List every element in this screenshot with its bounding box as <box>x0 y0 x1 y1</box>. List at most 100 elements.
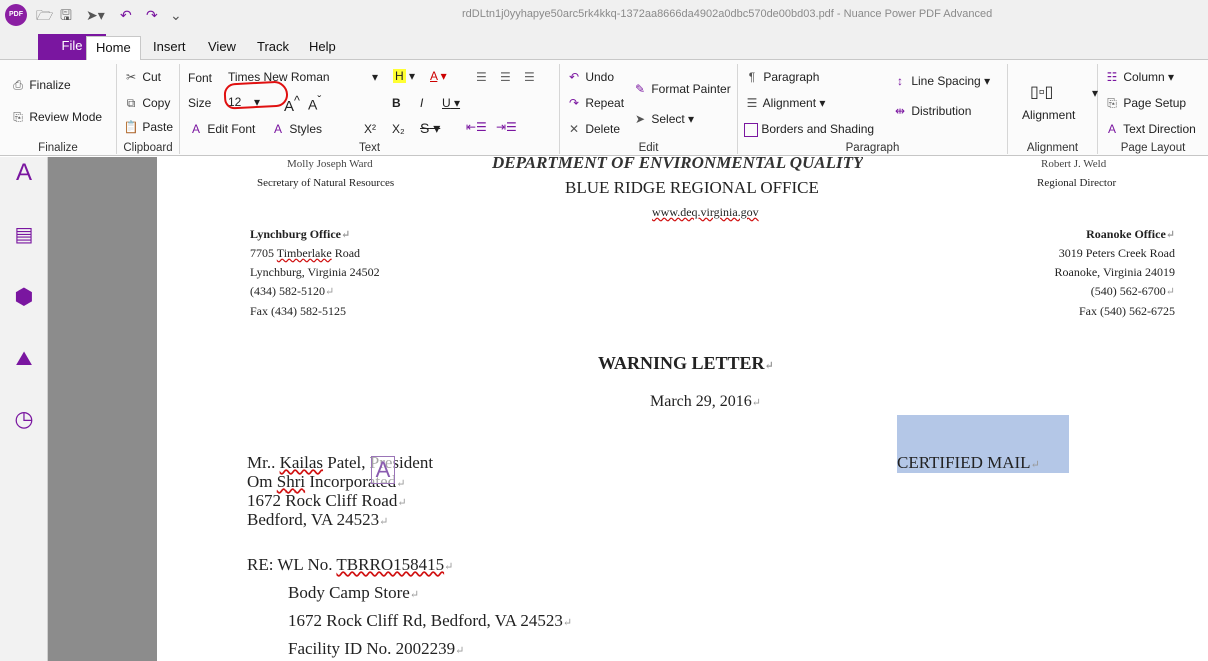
delete-button[interactable]: ✕ Delete <box>566 122 620 136</box>
page-setup-button[interactable]: ⎘ Page Setup <box>1104 96 1186 111</box>
bold-button[interactable]: B <box>392 96 401 110</box>
save-icon[interactable]: 🖫 <box>60 5 72 25</box>
repeat-button[interactable]: ↷ Repeat <box>566 96 624 110</box>
text-direction-icon: A <box>1107 122 1116 136</box>
lynchburg-city: Lynchburg, Virginia 24502 <box>250 265 380 279</box>
header-left-name: Molly Joseph Ward <box>287 158 373 170</box>
lynchburg-address: 7705 Timberlake Road <box>250 246 361 260</box>
review-mode-icon: ⎘ <box>13 110 23 124</box>
edit-font-button[interactable]: A Edit Font <box>188 122 255 136</box>
open-folder-icon[interactable]: 🗁 <box>36 5 53 25</box>
increase-indent-icon[interactable]: ⇥☰ <box>496 120 517 134</box>
pilcrow-icon: ¶ <box>748 70 756 84</box>
roanoke-city: Roanoke, Virginia 24019 <box>1054 265 1176 279</box>
page-gutter <box>48 157 157 661</box>
app-logo-icon[interactable]: PDF <box>5 4 27 26</box>
roanoke-phone: (540) 562-6700↵ <box>1090 284 1175 298</box>
re-line-3: 1672 Rock Cliff Rd, Bedford, VA 24523↵ <box>288 611 573 630</box>
website-link[interactable]: www.deq.virginia.gov <box>652 205 759 220</box>
undo-button[interactable]: ↶ Undo <box>566 70 614 84</box>
strikethrough-button[interactable]: S ▾ <box>420 120 440 137</box>
alignment-large-icon[interactable]: ▯▫▯ <box>1030 82 1053 102</box>
finalize-icon: ⎙ <box>13 78 23 92</box>
undo-quick-icon[interactable]: ↶ <box>120 5 132 25</box>
tab-home[interactable]: Home <box>86 36 141 61</box>
edit-group-label: Edit <box>638 142 659 154</box>
select-button[interactable]: ➤ Select ▾ <box>632 112 694 126</box>
superscript-button[interactable]: X² <box>364 122 376 136</box>
column-dropdown[interactable]: ☷ Column ▾ <box>1104 70 1174 84</box>
multilevel-list-icon[interactable]: ☰ <box>524 70 535 84</box>
font-color-button[interactable]: A ▾ <box>430 69 447 83</box>
recipient-line-1: Mr.. Kailas Patel, President <box>247 453 434 472</box>
header-right-title: Regional Director <box>1037 177 1117 189</box>
copy-button[interactable]: ⧉ Copy <box>123 96 171 111</box>
office-title: BLUE RIDGE REGIONAL OFFICE <box>565 178 819 197</box>
borders-shading-button[interactable]: Borders and Shading <box>744 122 874 137</box>
alignment-dropdown[interactable]: ☰ Alignment ▾ <box>744 96 826 110</box>
lynchburg-heading: Lynchburg Office↵ <box>250 227 351 241</box>
customize-toolbar-icon[interactable]: ⌄ <box>170 5 182 25</box>
ribbon: ⎙ Finalize ⎘ Review Mode Finalize ✂ Cut … <box>0 60 1208 156</box>
line-spacing-dropdown[interactable]: ↕ Line Spacing ▾ <box>892 74 990 88</box>
paragraph-button[interactable]: ¶ Paragraph <box>744 70 820 84</box>
paragraph-group-label: Paragraph <box>845 142 900 154</box>
paragraph-group: ¶ Paragraph ☰ Alignment ▾ Borders and Sh… <box>738 64 1008 154</box>
alignment-group: ▯▫▯ ▾ Alignment Alignment <box>1008 64 1098 154</box>
underline-button[interactable]: U ▾ <box>442 96 460 110</box>
tab-view[interactable]: View <box>199 36 245 60</box>
title-bar: PDF 🗁 🖫 ➤▾ ↶ ↷ ⌄ rdDLtn1j0yyhapye50arc5r… <box>0 0 1208 30</box>
history-icon[interactable]: ◷ <box>10 405 38 433</box>
re-line-2: Body Camp Store↵ <box>288 583 420 602</box>
form-fields-icon[interactable]: ▤ <box>10 221 38 249</box>
align-left-icon: ☰ <box>746 96 758 110</box>
review-mode-button[interactable]: ⎘ Review Mode <box>10 110 102 125</box>
pointer-tool-icon[interactable]: ➤▾ <box>86 5 105 25</box>
tab-track[interactable]: Track <box>248 36 298 60</box>
bullets-icon[interactable]: ☰ <box>476 70 487 84</box>
text-tool-icon[interactable]: A <box>10 159 38 187</box>
certified-mail[interactable]: CERTIFIED MAIL↵ <box>897 453 1040 473</box>
edit-group: ↶ Undo ↷ Repeat ✕ Delete ✎ Format Painte… <box>560 64 738 154</box>
decrease-indent-icon[interactable]: ⇤☰ <box>466 120 487 134</box>
clipboard-group-label: Clipboard <box>123 142 173 154</box>
italic-button[interactable]: I <box>420 96 423 110</box>
shrink-font-button[interactable]: Aˇ <box>308 94 321 113</box>
header-right-name: Robert J. Weld <box>1041 158 1107 170</box>
repeat-icon: ↷ <box>568 96 580 110</box>
left-sidebar: A ▤ ⬢ ⛰ ◷ <box>0 157 48 661</box>
finalize-button[interactable]: ⎙ Finalize <box>10 78 71 93</box>
cut-button[interactable]: ✂ Cut <box>123 70 161 84</box>
edit-font-icon: A <box>191 122 200 136</box>
image-icon[interactable]: ⛰ <box>10 345 38 373</box>
numbering-icon[interactable]: ☰ <box>500 70 511 84</box>
text-edit-cursor-icon[interactable]: A <box>371 456 395 484</box>
roanoke-heading: Roanoke Office↵ <box>1086 227 1175 241</box>
page-setup-icon: ⎘ <box>1107 96 1117 110</box>
page-layout-group: ☷ Column ▾ ⎘ Page Setup A Text Direction… <box>1098 64 1208 154</box>
lynchburg-phone: (434) 582-5120↵ <box>250 284 335 298</box>
distribution-button[interactable]: ⇹ Distribution <box>892 104 971 118</box>
redo-quick-icon[interactable]: ↷ <box>146 5 158 25</box>
text-direction-button[interactable]: A Text Direction <box>1104 122 1196 136</box>
tab-help[interactable]: Help <box>300 36 345 60</box>
stamp-icon[interactable]: ⬢ <box>10 283 38 311</box>
font-label: Font <box>188 71 213 85</box>
letter-date: March 29, 2016↵ <box>650 393 761 410</box>
tab-insert[interactable]: Insert <box>144 36 195 60</box>
alignment-button[interactable]: Alignment <box>1022 108 1075 122</box>
copy-icon: ⧉ <box>126 96 136 110</box>
paste-button[interactable]: 📋 Paste <box>123 120 174 134</box>
styles-icon: A <box>273 122 282 136</box>
re-line-1: RE: WL No. TBRRO158415↵ <box>247 555 454 574</box>
dept-title: DEPARTMENT OF ENVIRONMENTAL QUALITY <box>492 157 864 171</box>
format-painter-button[interactable]: ✎ Format Painter <box>632 82 731 96</box>
roanoke-fax: Fax (540) 562-6725 <box>1079 304 1175 318</box>
subscript-button[interactable]: X₂ <box>392 122 405 136</box>
line-spacing-icon: ↕ <box>897 74 903 88</box>
highlight-button[interactable]: H ▾ <box>393 69 415 83</box>
document-page[interactable]: Molly Joseph Ward Secretary of Natural R… <box>157 157 1208 661</box>
roanoke-address: 3019 Peters Creek Road <box>1058 246 1175 260</box>
styles-button[interactable]: A Styles <box>270 122 322 136</box>
text-group-label: Text <box>358 142 381 154</box>
